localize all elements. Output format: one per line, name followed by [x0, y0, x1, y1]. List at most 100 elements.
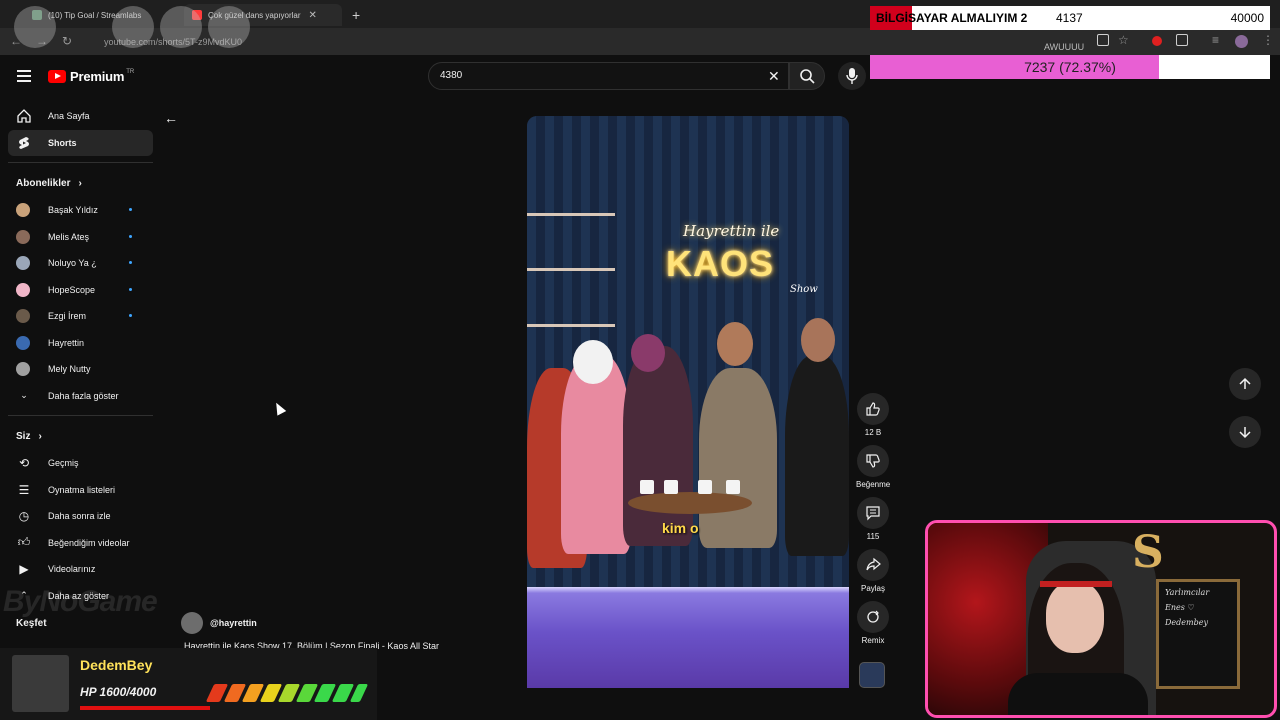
remix-button[interactable]: Remix: [856, 601, 890, 645]
sidebar-subscription[interactable]: Noluyo Ya ¿: [8, 250, 153, 277]
new-content-dot: [129, 314, 132, 317]
share-button[interactable]: Paylaş: [856, 549, 890, 593]
sidebar-item-label: Mely Nutty: [48, 364, 91, 375]
new-content-dot: [129, 287, 132, 291]
headscarf: [631, 334, 665, 372]
sidebar-subscription[interactable]: Ezgi İrem: [8, 303, 153, 330]
reload-icon[interactable]: ↻: [62, 34, 72, 48]
more-vert-icon[interactable]: ⋮: [1262, 33, 1274, 47]
new-content-dot: [129, 261, 132, 264]
stage-floor: [527, 587, 849, 688]
sidebar-item-home[interactable]: Ana Sayfa: [8, 103, 153, 130]
sidebar-item[interactable]: ▶ Videolarınız: [8, 556, 153, 583]
neon-line2: KAOS: [666, 243, 775, 284]
cup: [640, 480, 654, 494]
comments-button[interactable]: 115: [856, 497, 890, 541]
channel-avatar: [16, 362, 30, 377]
sidebar-item[interactable]: ⟲ Geçmiş: [8, 450, 153, 477]
menu-icon[interactable]: ≡: [1212, 33, 1219, 47]
sidebar-item[interactable]: 👍︎ Beğendiğim videolar: [8, 530, 153, 557]
you-heading[interactable]: Siz ›: [8, 422, 153, 450]
board-line: Enes ♡: [1165, 603, 1195, 612]
person: [699, 368, 777, 548]
youtube-logo[interactable]: Premium TR: [48, 69, 134, 84]
sidebar-subscription[interactable]: HopeScope: [8, 277, 153, 304]
shelf: [527, 268, 615, 271]
divider: [8, 415, 153, 416]
goal-current: 4137: [1056, 11, 1083, 25]
goal-target: 40000: [1230, 11, 1264, 25]
goal-overlay: BİLGİSAYAR ALMALIYIM 2 4137 40000: [870, 6, 1270, 30]
channel-name: @hayrettin: [210, 618, 257, 628]
hp-overlay: DedemBey HP 1600/4000: [0, 648, 377, 720]
sidebar-item[interactable]: ☰ Oynatma listeleri: [8, 477, 153, 504]
board-line: Yarlımcılar: [1165, 588, 1210, 597]
sidebar-item-label: HopeScope: [48, 284, 96, 295]
dislike-button[interactable]: Beğenme: [856, 445, 890, 489]
headband: [1040, 581, 1112, 587]
person: [561, 354, 631, 554]
arrow-up-icon: [1239, 377, 1251, 389]
extensions-icon[interactable]: [1176, 34, 1188, 46]
neon-line1: Hayrettin ile: [683, 222, 780, 240]
share-icon: [857, 549, 889, 581]
sidebar-subscription[interactable]: Hayrettin: [8, 330, 153, 357]
next-video-button[interactable]: [1229, 416, 1261, 448]
head: [717, 322, 753, 366]
profile-avatar[interactable]: [1235, 35, 1248, 48]
awuu-text: AWUUUU: [1044, 42, 1085, 52]
chevron-right-icon: ›: [38, 430, 42, 442]
extension-icon[interactable]: [1152, 36, 1162, 46]
show-more-button[interactable]: ⌄ Daha fazla göster: [8, 383, 153, 410]
back-arrow-icon[interactable]: ←: [164, 110, 178, 126]
like-button[interactable]: 12 B: [856, 393, 890, 437]
goal-title: BİLGİSAYAR ALMALIYIM 2: [876, 11, 1028, 25]
board-line: Dedembey: [1165, 618, 1208, 627]
new-tab-button[interactable]: +: [344, 4, 368, 26]
install-icon[interactable]: [1097, 34, 1109, 46]
section-title: Keşfet: [16, 617, 47, 629]
channel-thumbnail[interactable]: [859, 662, 885, 688]
cup: [726, 480, 740, 494]
channel-avatar: [16, 203, 30, 218]
mic-icon: [846, 68, 858, 84]
arrow-down-icon: [1239, 427, 1251, 439]
voice-search-button[interactable]: [838, 62, 866, 90]
person: [785, 356, 849, 556]
section-title: Abonelikler: [16, 177, 71, 189]
new-content-dot: [129, 208, 132, 211]
donor-avatar: [12, 655, 69, 712]
chevron-right-icon: ›: [78, 177, 82, 189]
sidebar-item-label: Geçmiş: [48, 458, 79, 469]
channel-info[interactable]: @hayrettin: [181, 612, 257, 634]
previous-video-button[interactable]: [1229, 368, 1261, 400]
star-icon[interactable]: ☆: [1118, 33, 1129, 47]
channel-avatar: [16, 282, 30, 297]
search-input[interactable]: [440, 70, 740, 81]
remix-label: Remix: [861, 636, 885, 645]
hp-red-line: [80, 706, 210, 710]
close-tab-icon[interactable]: ✕: [309, 10, 317, 21]
sidebar-item-label: Oynatma listeleri: [48, 484, 116, 495]
streamer-face: [1046, 581, 1104, 653]
mouse-cursor: [271, 400, 287, 416]
shelf: [527, 213, 615, 216]
search-button[interactable]: [789, 62, 825, 90]
subscriptions-heading[interactable]: Abonelikler ›: [8, 169, 153, 197]
progress-overlay: 7237 (72.37%): [870, 55, 1270, 79]
sidebar-item[interactable]: ◷ Daha sonra izle: [8, 503, 153, 530]
hamburger-menu-icon[interactable]: [17, 70, 31, 82]
history-icon: ⟲: [18, 456, 30, 471]
sidebar-subscription[interactable]: Başak Yıldız: [8, 197, 153, 224]
channel-avatar: [16, 309, 30, 324]
sidebar-subscription[interactable]: Melis Ateş: [8, 224, 153, 251]
clear-search-icon[interactable]: ✕: [768, 68, 780, 85]
sidebar-subscription[interactable]: Mely Nutty: [8, 356, 153, 383]
chevron-down-icon: ⌄: [20, 390, 28, 401]
shorts-icon: [16, 135, 32, 151]
sidebar-item-shorts[interactable]: Shorts: [8, 129, 153, 156]
channel-avatar: [16, 335, 30, 350]
blur-circle: [14, 6, 56, 48]
clock-icon: ◷: [18, 509, 30, 524]
sidebar-item-label: Ana Sayfa: [48, 111, 90, 122]
